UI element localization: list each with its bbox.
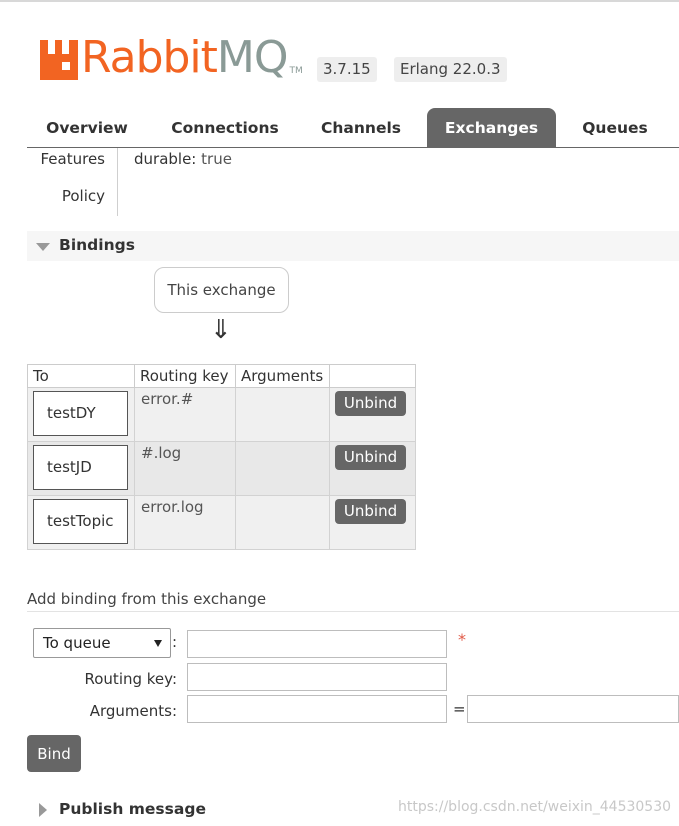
routing-key-cell: #.log [141,444,182,462]
column-header-arguments: Arguments [235,364,330,388]
version-badge: 3.7.15 [317,57,377,82]
bind-button[interactable]: Bind [27,735,81,772]
routing-key-cell: error.# [141,390,194,408]
arguments-value-input[interactable] [467,695,679,723]
queue-link-testJD[interactable]: testJD [33,445,128,490]
column-header-to: To [27,364,135,388]
features-label: Features [40,150,106,168]
destination-colon: : [172,633,178,651]
queue-link-testDY[interactable]: testDY [33,391,128,436]
tab-connections[interactable]: Connections [157,108,293,148]
unbind-button[interactable]: Unbind [335,445,406,470]
bindings-title: Bindings [59,236,135,254]
destination-type-value: To queue [43,634,111,652]
add-binding-title: Add binding from this exchange [27,590,267,608]
destination-input[interactable] [187,630,447,658]
collapse-triangle-icon [36,243,50,251]
bindings-table: To Routing key Arguments testDY error.# … [27,364,416,550]
features-value: durable: true [134,150,232,168]
tab-channels[interactable]: Channels [311,108,411,148]
rabbitmq-logo: RabbitMQ TM [40,32,303,80]
arguments-cell [236,442,329,446]
erlang-version-badge: Erlang 22.0.3 [394,57,507,82]
features-flag: true [201,150,232,168]
trademark-mark: TM [289,66,303,76]
required-asterisk: * [458,630,466,649]
unbind-button[interactable]: Unbind [335,499,406,524]
arguments-label: Arguments: [89,702,177,720]
down-double-arrow-icon: ⇓ [210,315,232,345]
dropdown-caret-icon [154,640,162,647]
unbind-button[interactable]: Unbind [335,391,406,416]
arguments-cell [236,388,329,392]
routing-key-input[interactable] [187,663,447,691]
expand-triangle-icon[interactable] [39,803,47,817]
queue-link-testTopic[interactable]: testTopic [33,499,128,544]
arguments-key-input[interactable] [187,695,447,723]
routing-key-label: Routing key: [84,670,178,688]
tab-exchanges[interactable]: Exchanges [427,108,556,148]
watermark-text: https://blog.csdn.net/weixin_44530530 [398,799,672,815]
table-row: testTopic error.log Unbind [27,495,416,550]
routing-key-cell: error.log [141,498,204,516]
tab-queues[interactable]: Queues [572,108,658,148]
policy-label: Policy [61,187,105,205]
add-binding-divider [27,611,679,612]
table-row: testJD #.log Unbind [27,441,416,496]
rabbit-logo-icon [40,40,78,80]
logo-wordmark: RabbitMQ [81,32,289,83]
main-nav-tabs: Overview Connections Channels Exchanges … [27,108,679,148]
column-header-routing-key: Routing key [134,364,236,388]
bindings-section-header[interactable]: Bindings [27,231,679,261]
tab-overview[interactable]: Overview [27,108,147,148]
features-key: durable: [134,150,197,168]
column-header-action [329,364,416,388]
arguments-cell [236,496,329,500]
table-row: testDY error.# Unbind [27,387,416,442]
destination-type-select[interactable]: To queue [33,628,171,658]
arguments-equals: = [453,700,466,718]
top-border [0,0,679,2]
publish-message-header[interactable]: Publish message [59,800,206,818]
property-divider [117,148,118,216]
this-exchange-box: This exchange [154,267,289,313]
